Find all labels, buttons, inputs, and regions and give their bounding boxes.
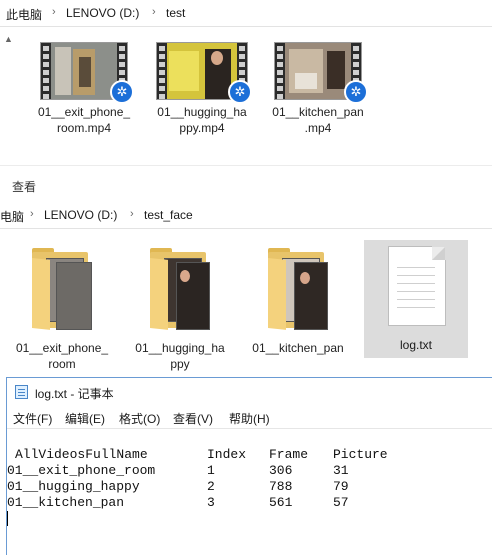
cell-picture: 57 bbox=[333, 495, 349, 510]
folder-icon bbox=[32, 248, 96, 330]
cell-name: 01__hugging_happy bbox=[7, 479, 140, 494]
cell-frame: 561 bbox=[269, 495, 293, 510]
cell-picture: 31 bbox=[333, 463, 349, 478]
text-file-icon bbox=[388, 246, 446, 326]
cell-picture: 79 bbox=[333, 479, 349, 494]
column-header: Index bbox=[207, 447, 247, 462]
cell-index: 3 bbox=[207, 495, 215, 510]
folder-name: 01__exit_phone_ room bbox=[15, 341, 109, 371]
file-tile[interactable]: ✲ 01__hugging_ha ppy.mp4 bbox=[148, 40, 256, 140]
folder-name: 01__hugging_ha ppy bbox=[135, 341, 225, 371]
file-tile-selected[interactable]: log.txt bbox=[364, 240, 468, 358]
file-tile[interactable]: ✲ 01__kitchen_pan .mp4 bbox=[264, 40, 372, 140]
breadcrumb-item-drive[interactable]: LENOVO (D:) bbox=[44, 208, 117, 222]
file-name: log.txt bbox=[399, 338, 432, 352]
column-header: Picture bbox=[333, 447, 388, 462]
folder-icon bbox=[268, 248, 332, 330]
menu-bar: 文件(F) 编辑(E) 格式(O) 查看(V) 帮助(H) bbox=[7, 407, 492, 429]
qq-badge-icon: ✲ bbox=[110, 80, 134, 104]
breadcrumb-item-folder[interactable]: test_face bbox=[144, 208, 193, 222]
menu-file[interactable]: 文件(F) bbox=[13, 410, 52, 427]
notepad-title-bar[interactable]: log.txt - 记事本 bbox=[7, 378, 492, 406]
column-header: AllVideosFullName bbox=[15, 447, 148, 462]
chevron-right-icon[interactable]: › bbox=[52, 6, 56, 18]
breadcrumb-top: 此电脑 › LENOVO (D:) › test bbox=[0, 0, 492, 27]
cell-name: 01__exit_phone_room bbox=[7, 463, 156, 478]
breadcrumb-bottom: 电脑 › LENOVO (D:) › test_face bbox=[0, 202, 492, 229]
breadcrumb-item-this-pc[interactable]: 电脑 bbox=[0, 208, 24, 225]
breadcrumb-item-folder[interactable]: test bbox=[166, 6, 185, 20]
cell-index: 2 bbox=[207, 479, 215, 494]
menu-edit[interactable]: 编辑(E) bbox=[65, 410, 105, 427]
breadcrumb-item-this-pc[interactable]: 此电脑 bbox=[6, 6, 42, 23]
menu-format[interactable]: 格式(O) bbox=[119, 410, 160, 427]
cell-index: 1 bbox=[207, 463, 215, 478]
cell-frame: 788 bbox=[269, 479, 293, 494]
notepad-icon bbox=[15, 385, 28, 399]
qq-badge-icon: ✲ bbox=[228, 80, 252, 104]
qq-badge-icon: ✲ bbox=[344, 80, 368, 104]
folder-icon bbox=[150, 248, 214, 330]
chevron-up-icon[interactable]: ▲ bbox=[4, 34, 14, 44]
file-tile[interactable]: ✲ 01__exit_phone_ room.mp4 bbox=[30, 40, 138, 140]
file-name: 01__exit_phone_ room.mp4 bbox=[37, 105, 131, 135]
window-title: log.txt - 记事本 bbox=[35, 387, 114, 401]
folder-tile[interactable]: 01__exit_phone_ room bbox=[8, 244, 116, 374]
notepad-window: log.txt - 记事本 文件(F) 编辑(E) 格式(O) 查看(V) 帮助… bbox=[6, 377, 492, 555]
folder-tile[interactable]: 01__kitchen_pan bbox=[244, 244, 352, 374]
cell-name: 01__kitchen_pan bbox=[7, 495, 125, 510]
chevron-right-icon[interactable]: › bbox=[30, 208, 34, 220]
folder-tile[interactable]: 01__hugging_ha ppy bbox=[126, 244, 234, 374]
column-header: Frame bbox=[269, 447, 309, 462]
text-cursor bbox=[7, 511, 8, 526]
folder-name: 01__kitchen_pan bbox=[252, 341, 344, 355]
file-name: 01__kitchen_pan .mp4 bbox=[272, 105, 364, 135]
file-name: 01__hugging_ha ppy.mp4 bbox=[157, 105, 247, 135]
menu-view[interactable]: 查看(V) bbox=[173, 410, 213, 427]
breadcrumb-item-drive[interactable]: LENOVO (D:) bbox=[66, 6, 139, 20]
menu-help[interactable]: 帮助(H) bbox=[229, 410, 270, 427]
cell-frame: 306 bbox=[269, 463, 293, 478]
divider bbox=[0, 165, 492, 166]
chevron-right-icon[interactable]: › bbox=[152, 6, 156, 18]
tab-view[interactable]: 查看 bbox=[12, 178, 36, 195]
text-area[interactable]: AllVideosFullName Index Frame Picture 01… bbox=[7, 428, 492, 556]
chevron-right-icon[interactable]: › bbox=[130, 208, 134, 220]
